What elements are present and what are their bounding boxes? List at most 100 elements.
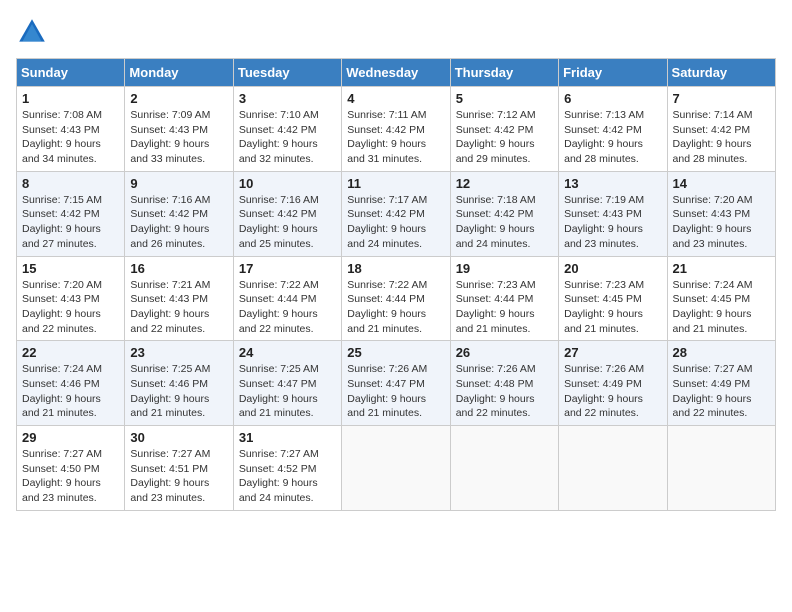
day-number: 16: [130, 261, 227, 276]
calendar-cell: 18 Sunrise: 7:22 AM Sunset: 4:44 PM Dayli…: [342, 256, 450, 341]
day-number: 5: [456, 91, 553, 106]
calendar-cell: 21 Sunrise: 7:24 AM Sunset: 4:45 PM Dayli…: [667, 256, 775, 341]
day-number: 23: [130, 345, 227, 360]
calendar-week-1: 1 Sunrise: 7:08 AM Sunset: 4:43 PM Daylig…: [17, 87, 776, 172]
day-info: Sunrise: 7:08 AM Sunset: 4:43 PM Dayligh…: [22, 108, 119, 167]
calendar-cell: 8 Sunrise: 7:15 AM Sunset: 4:42 PM Daylig…: [17, 171, 125, 256]
calendar-cell: [667, 426, 775, 511]
calendar-table: SundayMondayTuesdayWednesdayThursdayFrid…: [16, 58, 776, 511]
day-number: 12: [456, 176, 553, 191]
calendar-cell: [450, 426, 558, 511]
day-number: 21: [673, 261, 770, 276]
day-info: Sunrise: 7:26 AM Sunset: 4:48 PM Dayligh…: [456, 362, 553, 421]
calendar-cell: 30Sunrise: 7:27 AM Sunset: 4:51 PM Dayli…: [125, 426, 233, 511]
calendar-cell: 3 Sunrise: 7:10 AM Sunset: 4:42 PM Daylig…: [233, 87, 341, 172]
calendar-cell: 27 Sunrise: 7:26 AM Sunset: 4:49 PM Dayli…: [559, 341, 667, 426]
calendar-cell: 15 Sunrise: 7:20 AM Sunset: 4:43 PM Dayli…: [17, 256, 125, 341]
col-header-tuesday: Tuesday: [233, 59, 341, 87]
day-number: 11: [347, 176, 444, 191]
day-number: 17: [239, 261, 336, 276]
day-number: 25: [347, 345, 444, 360]
calendar-cell: 1 Sunrise: 7:08 AM Sunset: 4:43 PM Daylig…: [17, 87, 125, 172]
day-info: Sunrise: 7:14 AM Sunset: 4:42 PM Dayligh…: [673, 108, 770, 167]
day-info: Sunrise: 7:10 AM Sunset: 4:42 PM Dayligh…: [239, 108, 336, 167]
day-info: Sunrise: 7:09 AM Sunset: 4:43 PM Dayligh…: [130, 108, 227, 167]
calendar-cell: 6Sunrise: 7:13 AM Sunset: 4:42 PM Daylig…: [559, 87, 667, 172]
day-number: 18: [347, 261, 444, 276]
day-info: Sunrise: 7:25 AM Sunset: 4:47 PM Dayligh…: [239, 362, 336, 421]
calendar-cell: 31 Sunrise: 7:27 AM Sunset: 4:52 PM Dayli…: [233, 426, 341, 511]
day-info: Sunrise: 7:20 AM Sunset: 4:43 PM Dayligh…: [22, 278, 119, 337]
calendar-cell: 16 Sunrise: 7:21 AM Sunset: 4:43 PM Dayli…: [125, 256, 233, 341]
day-number: 20: [564, 261, 661, 276]
day-info: Sunrise: 7:22 AM Sunset: 4:44 PM Dayligh…: [347, 278, 444, 337]
logo-icon: [16, 16, 48, 48]
calendar-cell: 28 Sunrise: 7:27 AM Sunset: 4:49 PM Dayli…: [667, 341, 775, 426]
calendar-cell: 4 Sunrise: 7:11 AM Sunset: 4:42 PM Daylig…: [342, 87, 450, 172]
day-number: 8: [22, 176, 119, 191]
day-info: Sunrise: 7:15 AM Sunset: 4:42 PM Dayligh…: [22, 193, 119, 252]
day-number: 26: [456, 345, 553, 360]
day-info: Sunrise: 7:12 AM Sunset: 4:42 PM Dayligh…: [456, 108, 553, 167]
day-number: 19: [456, 261, 553, 276]
day-info: Sunrise: 7:20 AM Sunset: 4:43 PM Dayligh…: [673, 193, 770, 252]
day-number: 27: [564, 345, 661, 360]
col-header-monday: Monday: [125, 59, 233, 87]
logo: [16, 16, 52, 48]
calendar-cell: 2 Sunrise: 7:09 AM Sunset: 4:43 PM Daylig…: [125, 87, 233, 172]
day-number: 3: [239, 91, 336, 106]
col-header-thursday: Thursday: [450, 59, 558, 87]
day-info: Sunrise: 7:27 AM Sunset: 4:52 PM Dayligh…: [239, 447, 336, 506]
calendar-week-4: 22 Sunrise: 7:24 AM Sunset: 4:46 PM Dayli…: [17, 341, 776, 426]
day-number: 9: [130, 176, 227, 191]
calendar-week-2: 8 Sunrise: 7:15 AM Sunset: 4:42 PM Daylig…: [17, 171, 776, 256]
calendar-cell: 25 Sunrise: 7:26 AM Sunset: 4:47 PM Dayli…: [342, 341, 450, 426]
calendar-cell: 9 Sunrise: 7:16 AM Sunset: 4:42 PM Daylig…: [125, 171, 233, 256]
day-info: Sunrise: 7:23 AM Sunset: 4:44 PM Dayligh…: [456, 278, 553, 337]
day-number: 22: [22, 345, 119, 360]
day-number: 7: [673, 91, 770, 106]
day-number: 10: [239, 176, 336, 191]
day-info: Sunrise: 7:26 AM Sunset: 4:49 PM Dayligh…: [564, 362, 661, 421]
day-number: 4: [347, 91, 444, 106]
day-info: Sunrise: 7:26 AM Sunset: 4:47 PM Dayligh…: [347, 362, 444, 421]
calendar-cell: 19 Sunrise: 7:23 AM Sunset: 4:44 PM Dayli…: [450, 256, 558, 341]
calendar-cell: 5 Sunrise: 7:12 AM Sunset: 4:42 PM Daylig…: [450, 87, 558, 172]
day-info: Sunrise: 7:23 AM Sunset: 4:45 PM Dayligh…: [564, 278, 661, 337]
calendar-cell: 12Sunrise: 7:18 AM Sunset: 4:42 PM Dayli…: [450, 171, 558, 256]
col-header-sunday: Sunday: [17, 59, 125, 87]
day-info: Sunrise: 7:25 AM Sunset: 4:46 PM Dayligh…: [130, 362, 227, 421]
day-info: Sunrise: 7:24 AM Sunset: 4:46 PM Dayligh…: [22, 362, 119, 421]
day-info: Sunrise: 7:13 AM Sunset: 4:42 PM Dayligh…: [564, 108, 661, 167]
calendar-cell: 22 Sunrise: 7:24 AM Sunset: 4:46 PM Dayli…: [17, 341, 125, 426]
calendar-cell: [559, 426, 667, 511]
day-number: 1: [22, 91, 119, 106]
calendar-cell: [342, 426, 450, 511]
day-info: Sunrise: 7:16 AM Sunset: 4:42 PM Dayligh…: [130, 193, 227, 252]
col-header-saturday: Saturday: [667, 59, 775, 87]
col-header-friday: Friday: [559, 59, 667, 87]
calendar-cell: 29 Sunrise: 7:27 AM Sunset: 4:50 PM Dayli…: [17, 426, 125, 511]
calendar-cell: 17 Sunrise: 7:22 AM Sunset: 4:44 PM Dayli…: [233, 256, 341, 341]
col-header-wednesday: Wednesday: [342, 59, 450, 87]
day-info: Sunrise: 7:22 AM Sunset: 4:44 PM Dayligh…: [239, 278, 336, 337]
calendar-cell: 13Sunrise: 7:19 AM Sunset: 4:43 PM Dayli…: [559, 171, 667, 256]
day-number: 30: [130, 430, 227, 445]
calendar-cell: 7 Sunrise: 7:14 AM Sunset: 4:42 PM Daylig…: [667, 87, 775, 172]
day-info: Sunrise: 7:11 AM Sunset: 4:42 PM Dayligh…: [347, 108, 444, 167]
day-number: 29: [22, 430, 119, 445]
day-number: 31: [239, 430, 336, 445]
calendar-week-5: 29 Sunrise: 7:27 AM Sunset: 4:50 PM Dayli…: [17, 426, 776, 511]
calendar-cell: 26 Sunrise: 7:26 AM Sunset: 4:48 PM Dayli…: [450, 341, 558, 426]
day-number: 24: [239, 345, 336, 360]
day-number: 15: [22, 261, 119, 276]
calendar-cell: 10Sunrise: 7:16 AM Sunset: 4:42 PM Dayli…: [233, 171, 341, 256]
day-info: Sunrise: 7:27 AM Sunset: 4:49 PM Dayligh…: [673, 362, 770, 421]
calendar-cell: 24 Sunrise: 7:25 AM Sunset: 4:47 PM Dayli…: [233, 341, 341, 426]
day-number: 2: [130, 91, 227, 106]
day-info: Sunrise: 7:24 AM Sunset: 4:45 PM Dayligh…: [673, 278, 770, 337]
day-info: Sunrise: 7:27 AM Sunset: 4:50 PM Dayligh…: [22, 447, 119, 506]
day-info: Sunrise: 7:21 AM Sunset: 4:43 PM Dayligh…: [130, 278, 227, 337]
day-number: 13: [564, 176, 661, 191]
day-number: 28: [673, 345, 770, 360]
